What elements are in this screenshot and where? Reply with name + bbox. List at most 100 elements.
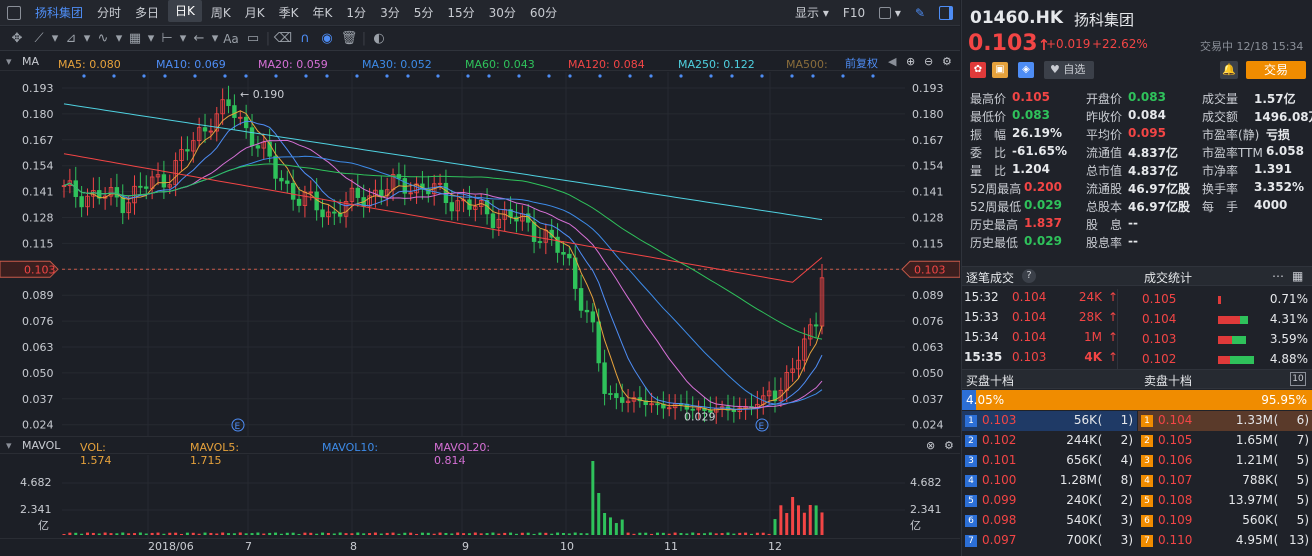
add-icon[interactable]: ⊕ [906,55,915,68]
stat-value: 6.058 [1266,144,1304,158]
close-icon[interactable]: ⊗ [926,439,935,452]
low-price-annotation: 0.029 [684,411,716,424]
ask-row[interactable]: 6 0.109 560K(5) [1138,511,1312,531]
period-tab[interactable]: 60分 [523,0,564,26]
ask-volume: 1.21M [1235,453,1273,467]
stock-name-tab[interactable]: 扬科集团 [28,0,90,26]
volume-bar [685,533,689,535]
channel-tool-icon[interactable]: ⊿ [60,31,82,46]
arrow-tool-icon[interactable]: ← [188,31,210,46]
ma-legend-item: MA500: [786,58,828,71]
bid-row[interactable]: 5 0.099 240K(2) [962,491,1137,511]
stat-value: 4.837亿 [1128,146,1178,160]
display-menu[interactable]: 显示 ▾ [788,0,836,26]
bid-row[interactable]: 6 0.098 540K(3) [962,511,1137,531]
deal-stat-red-bar [1218,336,1232,344]
heart-icon: ♥ [1050,63,1060,76]
sidebar-toggle-icon[interactable] [0,0,28,26]
period-tab[interactable]: 周K [204,0,238,26]
eraser-icon[interactable]: ⌫ [272,31,294,46]
period-tab[interactable]: 15分 [440,0,481,26]
grid-tool-icon[interactable]: ▦ [124,31,146,46]
candle-body [185,149,190,152]
ask-row[interactable]: 3 0.106 1.21M(5) [1138,451,1312,471]
watchlist-label: 自选 [1063,63,1086,76]
bell-icon[interactable]: 🔔 [1220,61,1238,79]
bid-row[interactable]: 2 0.102 244K(2) [962,431,1137,451]
candle-body [537,241,543,243]
candle-body [332,211,337,214]
tag-icon[interactable]: ◈ [1018,62,1034,78]
draw-pen-icon[interactable]: ✎ [908,0,932,26]
minus-icon[interactable]: ⊖ [924,55,933,68]
bid-row[interactable]: 4 0.100 1.28M(8) [962,471,1137,491]
depth-badge[interactable]: 10 [1290,372,1306,386]
ask-volume: 1.33M [1235,413,1273,427]
volume-chart[interactable]: 4.682 4.682 2.341 2.341 亿 亿 [0,455,960,539]
grid-view-icon[interactable]: ▦ [1292,269,1303,283]
line-tool-icon[interactable]: ⟋ [28,31,50,46]
period-tab[interactable]: 30分 [482,0,523,26]
ask-row[interactable]: 2 0.105 1.65M(7) [1138,431,1312,451]
bid-row[interactable]: 3 0.101 656K(4) [962,451,1137,471]
trash-icon[interactable]: 🗑 [338,31,360,46]
volume-bar [274,532,278,535]
stat-label: 市盈率(静) [1202,128,1260,142]
f10-button[interactable]: F10 [836,0,872,26]
price-tick-right: 0.063 [912,341,944,354]
ask-level-badge: 6 [1141,515,1153,527]
ask-row[interactable]: 1 0.104 1.33M(6) [1138,411,1312,431]
kline-chart[interactable]: 0.193 0.193 0.180 0.180 0.167 0.167 0.154 0.154… [0,72,960,436]
candle-body [620,397,625,403]
ask-count-value: 6 [1296,413,1305,427]
ask-row[interactable]: 4 0.107 788K(5) [1138,471,1312,491]
ask-row[interactable]: 5 0.108 13.97M(5) [1138,491,1312,511]
period-tab[interactable]: 多日 [128,0,166,26]
chevron-left-icon[interactable]: ◀ [888,55,896,68]
current-price-label-right: 0.103 [914,263,946,276]
volume-bar [156,532,160,535]
trade-time: 15:32 [964,290,999,304]
watchlist-button[interactable]: ♥ 自选 [1044,61,1094,79]
chevron-down-icon: ▾ [83,31,91,46]
layout-checkbox-icon[interactable]: ▾ [872,0,908,26]
stat-value: 0.095 [1128,126,1166,140]
bid-level-badge: 5 [965,495,977,507]
bid-volume: 244K [1066,433,1097,447]
candle-body [249,127,255,147]
trade-button[interactable]: 交易 [1246,61,1306,79]
period-tab[interactable]: 分时 [90,0,128,26]
bid-row[interactable]: 1 0.103 56K(1) [962,411,1137,431]
period-tab[interactable]: 季K [272,0,306,26]
settings-icon[interactable]: ⚙ [942,55,952,68]
volume-bar [773,519,777,535]
magnet-icon[interactable]: ∩ [294,31,316,46]
comment-tool-icon[interactable]: ▭ [242,31,264,46]
bid-count-close: ) [1128,433,1133,447]
eye-icon[interactable]: ◉ [316,31,338,46]
bid-row[interactable]: 7 0.097 700K(3) [962,531,1137,551]
period-tab[interactable]: 5分 [407,0,441,26]
crosshair-icon[interactable]: ✥ [6,31,28,46]
text-tool-icon[interactable]: Aa [220,32,242,46]
bid-count-close: ) [1128,513,1133,527]
more-icon[interactable]: ⋯ [1272,269,1284,283]
settings-icon[interactable]: ⚙ [944,439,954,452]
panel-toggle-icon[interactable] [932,0,960,26]
collapse-icon[interactable]: ▾ [6,55,12,68]
stat-value: 3.352% [1254,180,1304,194]
period-tab[interactable]: 月K [238,0,272,26]
toggle-icon[interactable]: ◐ [368,31,390,46]
adjust-mode-button[interactable]: 前复权 [845,55,878,71]
range-tool-icon[interactable]: ⊢ [156,31,178,46]
wave-tool-icon[interactable]: ∿ [92,31,114,46]
collapse-icon[interactable]: ▾ [6,439,12,452]
period-tab[interactable]: 日K [168,0,202,22]
help-icon[interactable]: ? [1022,269,1036,283]
ask-row[interactable]: 7 0.110 4.95M(13) [1138,531,1312,551]
signal-dot [628,74,632,78]
period-tab[interactable]: 3分 [373,0,407,26]
badge-icon[interactable]: ▣ [992,62,1008,78]
period-tab[interactable]: 1分 [339,0,373,26]
period-tab[interactable]: 年K [306,0,340,26]
